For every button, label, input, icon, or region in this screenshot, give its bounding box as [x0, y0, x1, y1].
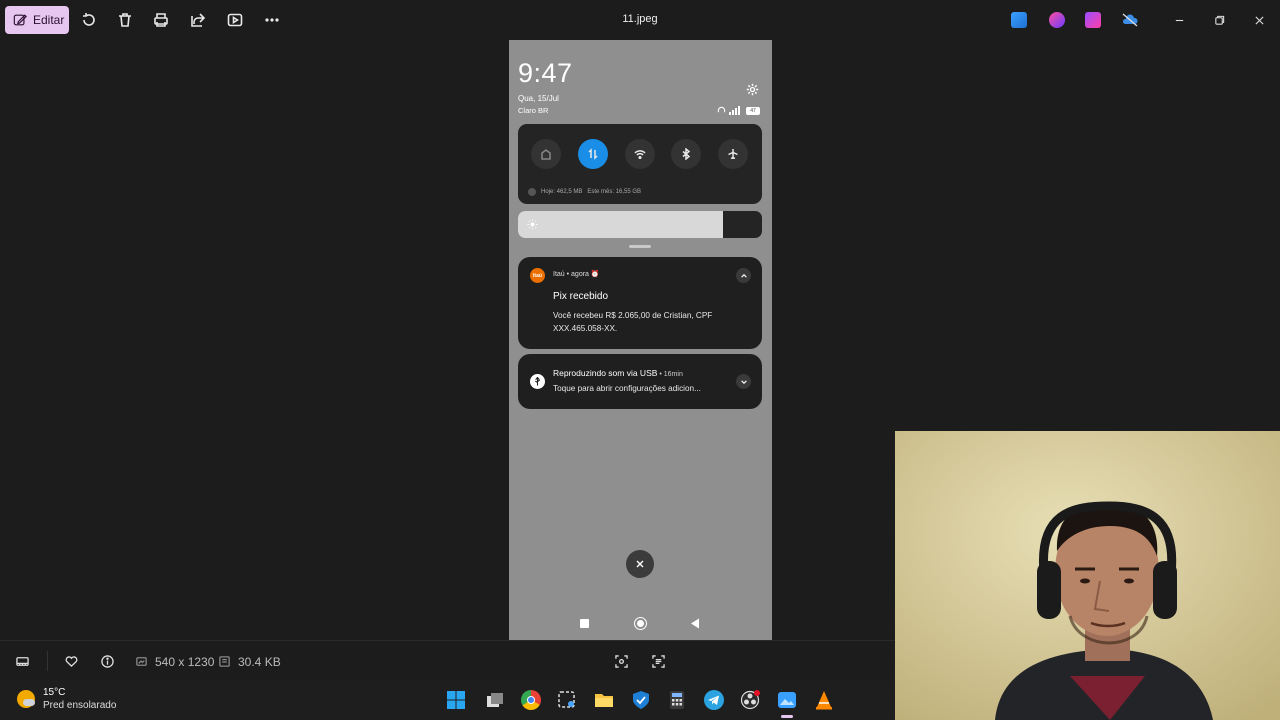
vlc-icon[interactable] — [814, 690, 834, 710]
phone-date: Qua, 15/Jul — [518, 94, 559, 103]
file-size: 30.4 KB — [238, 655, 281, 669]
divider — [47, 651, 48, 671]
clipchamp-icon[interactable] — [1085, 12, 1101, 28]
minimize-button[interactable] — [1171, 12, 1187, 28]
notification-app-name: Itaú — [553, 271, 565, 278]
notification-usb-title: Reproduzindo som via USB • 16min — [553, 368, 683, 378]
dimensions-icon — [134, 654, 148, 668]
qs-lock-tile — [531, 139, 561, 169]
filmstrip-icon[interactable] — [15, 654, 29, 668]
onedrive-off-icon[interactable] — [1121, 12, 1138, 28]
photos-toolbar: Editar 11.jpeg — [0, 0, 1280, 40]
weather-sun-icon[interactable] — [17, 690, 35, 708]
android-nav-bar — [509, 612, 772, 636]
info-icon[interactable] — [100, 654, 114, 668]
notification-usb-body: Toque para abrir configurações adicion..… — [553, 384, 701, 393]
start-windows-icon[interactable] — [446, 690, 466, 710]
photos-app-icon[interactable] — [1011, 12, 1027, 28]
notification-usb: Reproduzindo som via USB • 16min Toque p… — [518, 354, 762, 409]
rotate-icon[interactable] — [80, 11, 98, 29]
webcam-person-image — [895, 431, 1280, 720]
weather-forecast[interactable]: Pred ensolarado — [43, 700, 116, 711]
file-size-icon — [217, 654, 231, 668]
share-icon[interactable] — [189, 11, 207, 29]
favorite-heart-icon[interactable] — [64, 654, 78, 668]
notification-time: agora — [571, 271, 589, 278]
telegram-icon[interactable] — [704, 690, 724, 710]
obs-icon[interactable] — [740, 690, 760, 710]
visual-search-icon[interactable] — [614, 654, 628, 668]
back-icon — [691, 618, 699, 629]
close-window-button[interactable] — [1251, 12, 1267, 28]
more-options-icon[interactable] — [263, 11, 281, 29]
phone-screenshot: 9:47 Qua, 15/Jul Claro BR 47 Hoje: 462,5… — [509, 40, 772, 640]
notification-itau: Itaú Itaú • agora ⏰ Pix recebido Você re… — [518, 257, 762, 349]
active-app-indicator — [781, 715, 793, 718]
expand-chevron-down-icon — [736, 374, 751, 389]
copilot-icon[interactable] — [1049, 12, 1065, 28]
panel-handle — [629, 245, 651, 248]
delete-icon[interactable] — [116, 11, 134, 29]
usb-icon — [530, 374, 545, 389]
usb-notification-time: 16min — [663, 371, 683, 378]
file-explorer-icon[interactable] — [594, 690, 614, 710]
recents-icon — [580, 619, 589, 628]
phone-carrier: Claro BR — [518, 106, 549, 115]
clear-notifications-icon — [626, 550, 654, 578]
slideshow-icon[interactable] — [226, 11, 244, 29]
notification-header: Itaú • agora ⏰ — [553, 271, 600, 278]
text-scan-icon[interactable] — [651, 654, 665, 668]
weather-temperature[interactable]: 15°C — [43, 687, 65, 698]
image-dimensions: 540 x 1230 — [155, 655, 215, 669]
print-icon[interactable] — [152, 11, 170, 29]
battery-icon: 47 — [746, 106, 760, 115]
calculator-icon[interactable] — [667, 690, 687, 710]
file-name: 11.jpeg — [622, 13, 658, 25]
brightness-slider — [518, 211, 762, 238]
restore-button[interactable] — [1211, 12, 1227, 28]
task-view-icon[interactable] — [485, 690, 505, 710]
usb-title-text: Reproduzindo som via USB — [553, 368, 658, 378]
photos-taskbar-icon[interactable] — [777, 690, 797, 718]
snipping-tool-icon[interactable] — [557, 690, 577, 710]
data-today: Hoje: 462,5 MB — [541, 189, 583, 195]
data-month: Este mês: 16,55 GB — [587, 189, 642, 195]
notification-body: Você recebeu R$ 2.065,00 de Cristian, CP… — [553, 311, 713, 333]
qs-bluetooth-tile — [671, 139, 701, 169]
home-icon — [634, 617, 647, 630]
chrome-icon[interactable] — [521, 690, 541, 710]
quick-settings-panel: Hoje: 462,5 MB Este mês: 16,55 GB — [518, 124, 762, 204]
edit-label: Editar — [33, 13, 65, 27]
sun-icon — [527, 219, 538, 230]
qs-mobile-data-tile — [578, 139, 608, 169]
data-usage-icon — [528, 188, 536, 196]
settings-gear-icon — [746, 83, 759, 101]
edit-icon — [13, 14, 27, 26]
photo-info-bar: 540 x 1230 30.4 KB — [0, 640, 895, 680]
itau-app-icon: Itaú — [530, 268, 545, 283]
signal-icon — [729, 106, 740, 115]
collapse-chevron-up-icon — [736, 268, 751, 283]
phone-status-icons: 47 — [717, 106, 761, 115]
phone-clock: 9:47 — [518, 58, 573, 88]
qs-wifi-tile — [625, 139, 655, 169]
edit-button[interactable]: Editar — [5, 6, 69, 34]
data-usage-line: Hoje: 462,5 MB Este mês: 16,55 GB — [528, 188, 641, 196]
defender-shield-icon[interactable] — [631, 690, 651, 710]
alarm-bell-icon: ⏰ — [590, 271, 600, 278]
brightness-fill — [518, 211, 723, 238]
webcam-overlay — [895, 431, 1280, 720]
qs-airplane-tile — [718, 139, 748, 169]
headset-icon — [717, 106, 726, 113]
windows-taskbar: 15°C Pred ensolarado — [0, 680, 895, 720]
notification-title: Pix recebido — [553, 291, 609, 302]
